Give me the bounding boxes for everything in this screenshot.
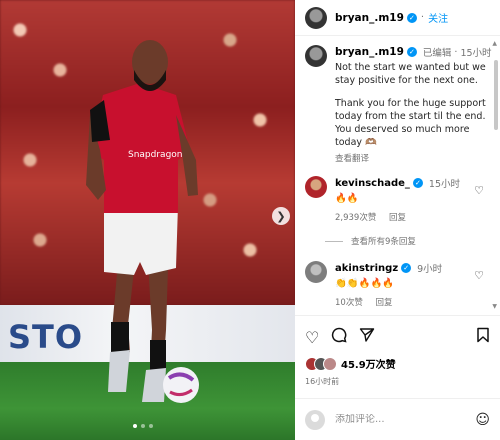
author-avatar[interactable]: [305, 6, 327, 29]
carousel-dots: [133, 424, 153, 428]
commenter-avatar[interactable]: [305, 261, 327, 283]
comment-text: 🔥🔥: [335, 193, 359, 204]
scrollbar[interactable]: ▲ ▼: [492, 40, 498, 310]
bookmark-icon[interactable]: [476, 327, 490, 347]
verified-badge-icon: ✓: [406, 12, 417, 23]
caption-paragraph: Thank you for the huge support today fro…: [335, 98, 486, 148]
commenter-username[interactable]: kevinschade_: [335, 178, 410, 189]
scrollbar-thumb[interactable]: [494, 60, 498, 130]
next-photo-button[interactable]: ❯: [272, 207, 290, 225]
comment-item: kevinschade_ ✓ 15小时 🔥🔥 2,939次赞 回复 ♡: [305, 176, 490, 223]
caption-time: 15小时: [460, 48, 492, 59]
see-translation-link[interactable]: 查看翻译: [335, 152, 492, 164]
post-time: 16小时前: [305, 377, 340, 386]
view-replies-link[interactable]: 查看所有9条回复: [325, 235, 490, 247]
carousel-dot: [149, 424, 153, 428]
caption-username[interactable]: bryan_.m19: [335, 46, 404, 58]
follow-button[interactable]: 关注: [428, 10, 448, 25]
commenter-username[interactable]: akinstringz: [335, 263, 398, 274]
chevron-right-icon: ❯: [276, 209, 286, 223]
replies-divider: [325, 240, 343, 242]
comments-scroll-area[interactable]: bryan_.m19 ✓ 已编辑 · 15小时 Not the start we…: [295, 37, 500, 315]
caption-avatar[interactable]: [305, 45, 327, 67]
comment-item: akinstringz ✓ 9小时 👏👏🔥🔥🔥 10次赞 回复 ♡: [305, 261, 490, 308]
comment-likes[interactable]: 10次赞: [335, 298, 363, 308]
post-photo: STO Snapdragon ❯: [0, 0, 295, 440]
caption-paragraph: Not the start we wanted but we stay posi…: [335, 62, 486, 86]
verified-badge-icon: ✓: [401, 263, 412, 273]
post-header: bryan_.m19 ✓ · 关注: [295, 0, 500, 36]
liker-avatars: [305, 356, 337, 371]
comment-heart-icon[interactable]: ♡: [474, 184, 484, 197]
author-username[interactable]: bryan_.m19: [335, 12, 404, 24]
likes-summary[interactable]: 45.9万次赞: [305, 356, 490, 371]
verified-badge-icon: ✓: [406, 47, 417, 57]
liker-avatar: [323, 356, 337, 371]
edited-label: 已编辑: [422, 48, 452, 59]
verified-badge-icon: ✓: [412, 178, 423, 188]
heart-icon[interactable]: ♡: [305, 328, 319, 347]
comment-composer: ☺: [295, 398, 500, 440]
reply-button[interactable]: 回复: [389, 213, 406, 223]
comment-text: 👏👏🔥🔥🔥: [335, 278, 395, 289]
scroll-down-icon[interactable]: ▼: [492, 303, 497, 310]
separator-dot: ·: [454, 46, 458, 58]
view-replies-label: 查看所有9条回复: [351, 237, 416, 247]
sponsor-text: Snapdragon: [128, 150, 183, 160]
separator-dot: ·: [420, 12, 425, 23]
carousel-dot: [133, 424, 137, 428]
comment-heart-icon[interactable]: ♡: [474, 269, 484, 282]
comment-input[interactable]: [335, 414, 455, 425]
scroll-up-icon[interactable]: ▲: [492, 40, 497, 47]
commenter-avatar[interactable]: [305, 176, 327, 198]
post-detail-panel: bryan_.m19 ✓ · 关注 bryan_.m19 ✓ 已编辑 · 15小…: [295, 0, 500, 440]
caption-text: Not the start we wanted but we stay posi…: [335, 61, 492, 149]
share-icon[interactable]: [359, 327, 375, 347]
like-count[interactable]: 45.9万次赞: [341, 356, 396, 371]
comment-icon[interactable]: [331, 327, 347, 347]
post-actions: ♡ 45.9万次赞 16小时前: [295, 315, 500, 387]
football-player: Snapdragon: [86, 40, 199, 403]
reply-button[interactable]: 回复: [376, 298, 393, 308]
user-avatar: [305, 409, 325, 430]
caption: bryan_.m19 ✓ 已编辑 · 15小时 Not the start we…: [305, 45, 492, 164]
carousel-dot: [141, 424, 145, 428]
comment-time: 9小时: [417, 264, 443, 275]
comment-likes[interactable]: 2,939次赞: [335, 213, 376, 223]
comment-time: 15小时: [428, 179, 461, 190]
emoji-icon[interactable]: ☺: [475, 412, 490, 428]
